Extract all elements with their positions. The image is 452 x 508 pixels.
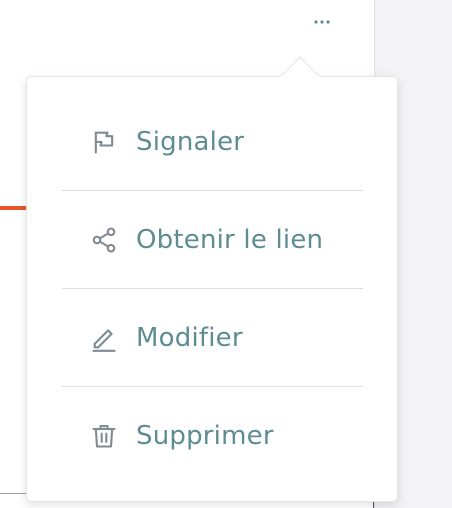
menu-item-label: Obtenir le lien [136, 224, 324, 255]
share-icon [89, 225, 119, 255]
menu-item-get-link[interactable]: Obtenir le lien [62, 191, 363, 289]
options-dropdown-menu: Signaler Obtenir le lien Modifier Suppri… [26, 76, 398, 502]
more-options-button[interactable] [306, 10, 338, 34]
trash-icon [89, 421, 119, 451]
menu-item-label: Supprimer [136, 421, 274, 451]
flag-icon [89, 127, 119, 157]
menu-item-delete[interactable]: Supprimer [62, 387, 363, 485]
menu-item-edit[interactable]: Modifier [62, 289, 363, 387]
edit-icon [89, 323, 119, 353]
menu-item-label: Signaler [136, 126, 245, 157]
dropdown-arrow [280, 55, 320, 77]
menu-item-report[interactable]: Signaler [62, 93, 363, 191]
menu-item-label: Modifier [136, 322, 243, 353]
ellipsis-icon [314, 20, 330, 24]
